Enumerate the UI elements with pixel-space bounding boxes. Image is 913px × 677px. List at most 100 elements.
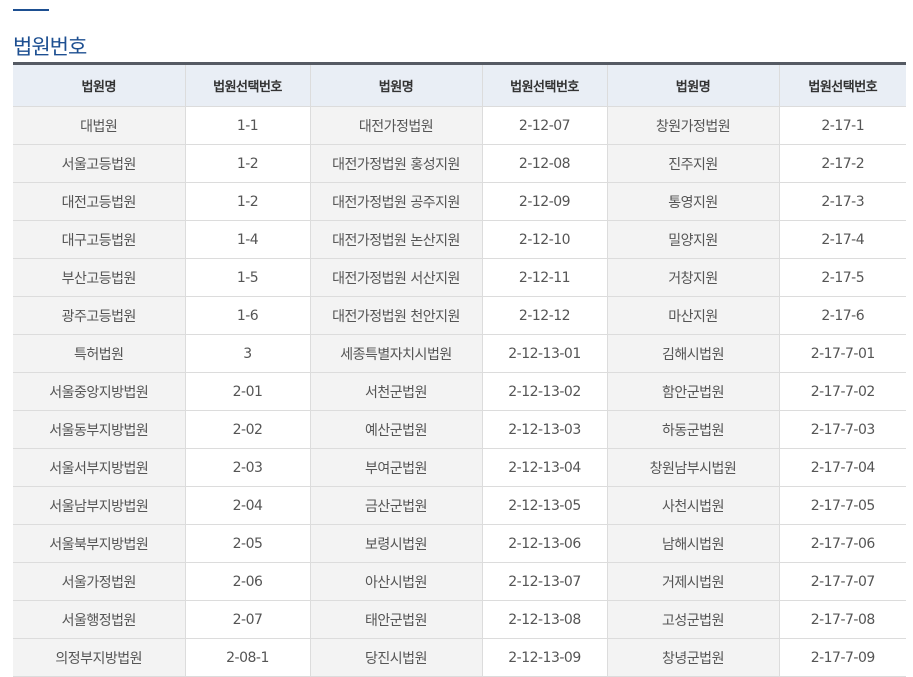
court-name-cell: 사천시법원: [607, 486, 780, 525]
court-number-table-wrapper: 법원명 법원선택번호 법원명 법원선택번호 법원명 법원선택번호 대법원 1-1 대…: [13, 62, 906, 677]
court-number-cell: 2-12-13-08: [482, 600, 608, 639]
court-name-cell: 마산지원: [607, 296, 780, 335]
court-name-cell: 서울고등법원: [13, 144, 186, 183]
court-name-cell: 대구고등법원: [13, 220, 186, 259]
court-number-cell: 2-17-7-04: [779, 448, 906, 487]
court-number-cell: 1-2: [185, 144, 311, 183]
court-number-cell: 2-17-7-03: [779, 410, 906, 449]
page-title: 법원번호: [13, 35, 87, 60]
court-number-cell: 2-12-08: [482, 144, 608, 183]
court-number-cell: 2-12-10: [482, 220, 608, 259]
court-name-cell: 부산고등법원: [13, 258, 186, 297]
title-accent-bar: [13, 9, 49, 11]
column-header-court-number: 법원선택번호: [779, 63, 906, 107]
court-name-cell: 대전가정법원 천안지원: [310, 296, 483, 335]
court-name-cell: 대전가정법원 논산지원: [310, 220, 483, 259]
table-row: 서울북부지방법원 2-05 보령시법원 2-12-13-06 남해시법원 2-17-7-0…: [13, 524, 906, 563]
court-number-cell: 1-5: [185, 258, 311, 297]
court-number-cell: 2-17-7-07: [779, 562, 906, 601]
court-number-cell: 2-05: [185, 524, 311, 563]
court-number-cell: 1-6: [185, 296, 311, 335]
table-row: 대구고등법원 1-4 대전가정법원 논산지원 2-12-10 밀양지원 2-17-4: [13, 220, 906, 259]
column-header-court-name: 법원명: [310, 63, 483, 107]
court-number-cell: 1-4: [185, 220, 311, 259]
table-row: 대전고등법원 1-2 대전가정법원 공주지원 2-12-09 통영지원 2-17-3: [13, 182, 906, 221]
court-name-cell: 서울서부지방법원: [13, 448, 186, 487]
court-name-cell: 진주지원: [607, 144, 780, 183]
court-name-cell: 특허법원: [13, 334, 186, 373]
court-name-cell: 당진시법원: [310, 638, 483, 677]
court-name-cell: 태안군법원: [310, 600, 483, 639]
court-name-cell: 예산군법원: [310, 410, 483, 449]
court-number-cell: 2-17-5: [779, 258, 906, 297]
court-number-table: 법원명 법원선택번호 법원명 법원선택번호 법원명 법원선택번호 대법원 1-1 대…: [13, 62, 906, 677]
court-number-cell: 2-17-7-02: [779, 372, 906, 411]
court-name-cell: 김해시법원: [607, 334, 780, 373]
court-number-cell: 2-17-7-05: [779, 486, 906, 525]
court-name-cell: 대전가정법원: [310, 106, 483, 145]
court-name-cell: 대법원: [13, 106, 186, 145]
column-header-court-number: 법원선택번호: [185, 63, 311, 107]
court-number-cell: 2-12-13-02: [482, 372, 608, 411]
court-number-cell: 2-12-12: [482, 296, 608, 335]
table-row: 서울중앙지방법원 2-01 서천군법원 2-12-13-02 함안군법원 2-17-7-0…: [13, 372, 906, 411]
table-row: 대법원 1-1 대전가정법원 2-12-07 창원가정법원 2-17-1: [13, 106, 906, 145]
court-name-cell: 거창지원: [607, 258, 780, 297]
column-header-court-name: 법원명: [607, 63, 780, 107]
court-name-cell: 창녕군법원: [607, 638, 780, 677]
court-name-cell: 남해시법원: [607, 524, 780, 563]
column-header-court-number: 법원선택번호: [482, 63, 608, 107]
court-number-cell: 1-1: [185, 106, 311, 145]
column-header-court-name: 법원명: [13, 63, 186, 107]
court-name-cell: 서울행정법원: [13, 600, 186, 639]
court-name-cell: 고성군법원: [607, 600, 780, 639]
court-number-cell: 2-12-11: [482, 258, 608, 297]
court-number-cell: 2-17-4: [779, 220, 906, 259]
court-number-cell: 2-12-13-06: [482, 524, 608, 563]
court-number-cell: 2-17-7-01: [779, 334, 906, 373]
court-name-cell: 광주고등법원: [13, 296, 186, 335]
court-number-cell: 2-17-6: [779, 296, 906, 335]
court-name-cell: 대전가정법원 홍성지원: [310, 144, 483, 183]
court-number-cell: 2-17-3: [779, 182, 906, 221]
table-row: 서울고등법원 1-2 대전가정법원 홍성지원 2-12-08 진주지원 2-17-2: [13, 144, 906, 183]
court-name-cell: 창원남부시법원: [607, 448, 780, 487]
court-name-cell: 통영지원: [607, 182, 780, 221]
court-number-cell: 2-02: [185, 410, 311, 449]
court-name-cell: 대전가정법원 서산지원: [310, 258, 483, 297]
court-number-cell: 2-17-2: [779, 144, 906, 183]
court-number-cell: 2-08-1: [185, 638, 311, 677]
court-name-cell: 세종특별자치시법원: [310, 334, 483, 373]
court-name-cell: 거제시법원: [607, 562, 780, 601]
court-name-cell: 밀양지원: [607, 220, 780, 259]
table-row: 부산고등법원 1-5 대전가정법원 서산지원 2-12-11 거창지원 2-17-5: [13, 258, 906, 297]
court-name-cell: 함안군법원: [607, 372, 780, 411]
table-row: 특허법원 3 세종특별자치시법원 2-12-13-01 김해시법원 2-17-7-01: [13, 334, 906, 373]
court-name-cell: 대전고등법원: [13, 182, 186, 221]
court-number-cell: 2-12-13-07: [482, 562, 608, 601]
court-number-cell: 2-17-7-09: [779, 638, 906, 677]
table-row: 서울가정법원 2-06 아산시법원 2-12-13-07 거제시법원 2-17-7-07: [13, 562, 906, 601]
court-number-cell: 2-12-13-09: [482, 638, 608, 677]
table-row: 서울동부지방법원 2-02 예산군법원 2-12-13-03 하동군법원 2-17-7-0…: [13, 410, 906, 449]
court-number-cell: 2-03: [185, 448, 311, 487]
court-number-cell: 2-17-7-06: [779, 524, 906, 563]
court-name-cell: 대전가정법원 공주지원: [310, 182, 483, 221]
court-number-cell: 2-04: [185, 486, 311, 525]
court-number-cell: 2-06: [185, 562, 311, 601]
court-number-cell: 2-17-7-08: [779, 600, 906, 639]
court-name-cell: 의정부지방법원: [13, 638, 186, 677]
court-number-cell: 2-12-09: [482, 182, 608, 221]
court-name-cell: 금산군법원: [310, 486, 483, 525]
court-number-cell: 2-12-13-04: [482, 448, 608, 487]
court-name-cell: 서천군법원: [310, 372, 483, 411]
court-number-cell: 2-17-1: [779, 106, 906, 145]
table-body: 대법원 1-1 대전가정법원 2-12-07 창원가정법원 2-17-1 서울고등법원 1-2…: [13, 106, 906, 677]
court-name-cell: 서울중앙지방법원: [13, 372, 186, 411]
court-name-cell: 서울동부지방법원: [13, 410, 186, 449]
court-name-cell: 서울가정법원: [13, 562, 186, 601]
table-row: 광주고등법원 1-6 대전가정법원 천안지원 2-12-12 마산지원 2-17-6: [13, 296, 906, 335]
table-header: 법원명 법원선택번호 법원명 법원선택번호 법원명 법원선택번호: [13, 63, 906, 107]
table-row: 서울서부지방법원 2-03 부여군법원 2-12-13-04 창원남부시법원 2-17-7…: [13, 448, 906, 487]
court-number-cell: 2-12-13-05: [482, 486, 608, 525]
